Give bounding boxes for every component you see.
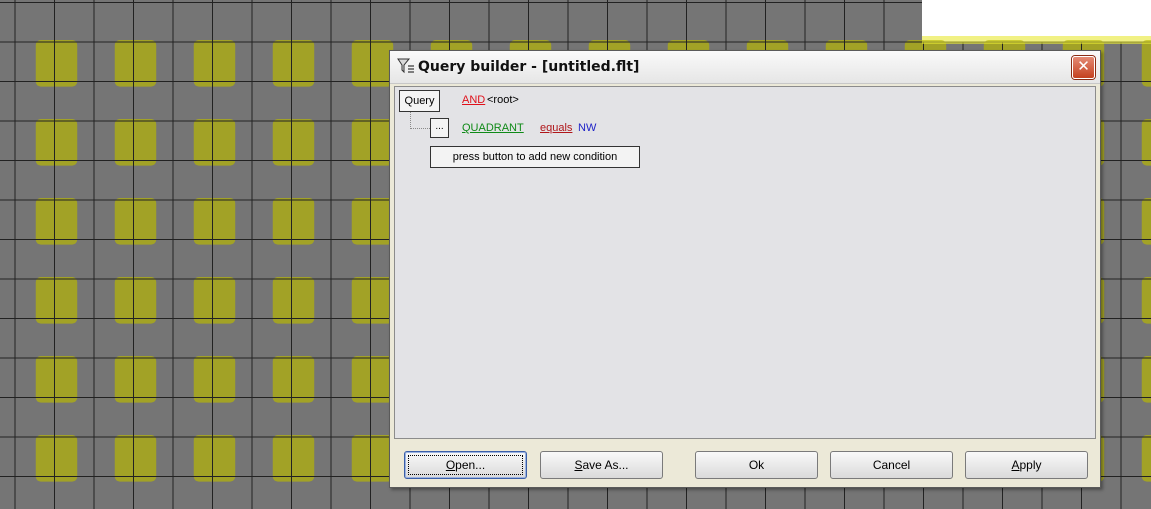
grid-tile <box>193 277 236 324</box>
tree-connector <box>410 112 430 129</box>
grid-tile <box>114 40 157 87</box>
grid-tile <box>272 198 315 245</box>
save-label: ave As... <box>582 458 629 472</box>
grid-tile <box>193 198 236 245</box>
grid-tile <box>272 435 315 482</box>
grid-tile <box>351 435 394 482</box>
logic-operator-link[interactable]: AND <box>462 94 485 106</box>
cancel-button[interactable]: Cancel <box>830 451 953 479</box>
grid-tile <box>114 435 157 482</box>
root-tag: <root> <box>487 94 519 106</box>
grid-tile <box>1141 435 1151 482</box>
open-button[interactable]: Open... <box>404 451 527 479</box>
grid-tile <box>272 356 315 403</box>
grid-tile <box>193 435 236 482</box>
funnel-filter-icon <box>397 58 414 74</box>
ok-button[interactable]: Ok <box>695 451 818 479</box>
grid-tile <box>35 356 78 403</box>
grid-tile <box>114 356 157 403</box>
condition-field-link[interactable]: QUADRANT <box>462 122 524 134</box>
grid-tile <box>35 119 78 166</box>
condition-value-link[interactable]: NW <box>578 122 596 134</box>
focus-ring <box>408 455 523 475</box>
grid-tile <box>114 119 157 166</box>
grid-tile <box>1141 40 1151 87</box>
grid-tile <box>193 119 236 166</box>
grid-tile <box>272 119 315 166</box>
grid-tile <box>114 198 157 245</box>
apply-button[interactable]: Apply <box>965 451 1088 479</box>
grid-tile <box>193 40 236 87</box>
apply-mnemonic: A <box>1011 458 1020 472</box>
grid-tile <box>1141 356 1151 403</box>
grid-tile <box>351 40 394 87</box>
ok-label: Ok <box>748 458 765 472</box>
query-root-button[interactable]: Query <box>399 90 440 112</box>
grid-tile <box>114 277 157 324</box>
grid-tile <box>35 40 78 87</box>
grid-tile <box>272 277 315 324</box>
cancel-label: Cancel <box>872 458 911 472</box>
grid-tile <box>1141 198 1151 245</box>
close-button[interactable]: ✕ <box>1072 56 1095 79</box>
grid-edge-highlight <box>922 36 1151 44</box>
grid-tile <box>351 356 394 403</box>
grid-tile <box>1141 277 1151 324</box>
condition-menu-button[interactable]: ... <box>430 118 449 138</box>
grid-tile <box>351 277 394 324</box>
grid-tile <box>35 277 78 324</box>
apply-label: pply <box>1019 458 1042 472</box>
grid-tile <box>351 198 394 245</box>
title-bar[interactable]: Query builder - [untitled.flt] ✕ <box>390 51 1100 84</box>
hint-tooltip: press button to add new condition <box>430 146 640 168</box>
grid-tile <box>35 435 78 482</box>
dialog-title: Query builder - [untitled.flt] <box>418 59 640 75</box>
query-canvas[interactable] <box>394 86 1096 439</box>
grid-tile <box>1141 119 1151 166</box>
grid-tile <box>193 356 236 403</box>
query-builder-dialog: Query builder - [untitled.flt] ✕ Query A… <box>389 50 1101 488</box>
grid-tile <box>351 119 394 166</box>
grid-tile <box>35 198 78 245</box>
grid-tile <box>272 40 315 87</box>
close-icon: ✕ <box>1077 58 1090 75</box>
condition-operator-link[interactable]: equals <box>540 122 572 134</box>
save-as-button[interactable]: Save As... <box>540 451 663 479</box>
